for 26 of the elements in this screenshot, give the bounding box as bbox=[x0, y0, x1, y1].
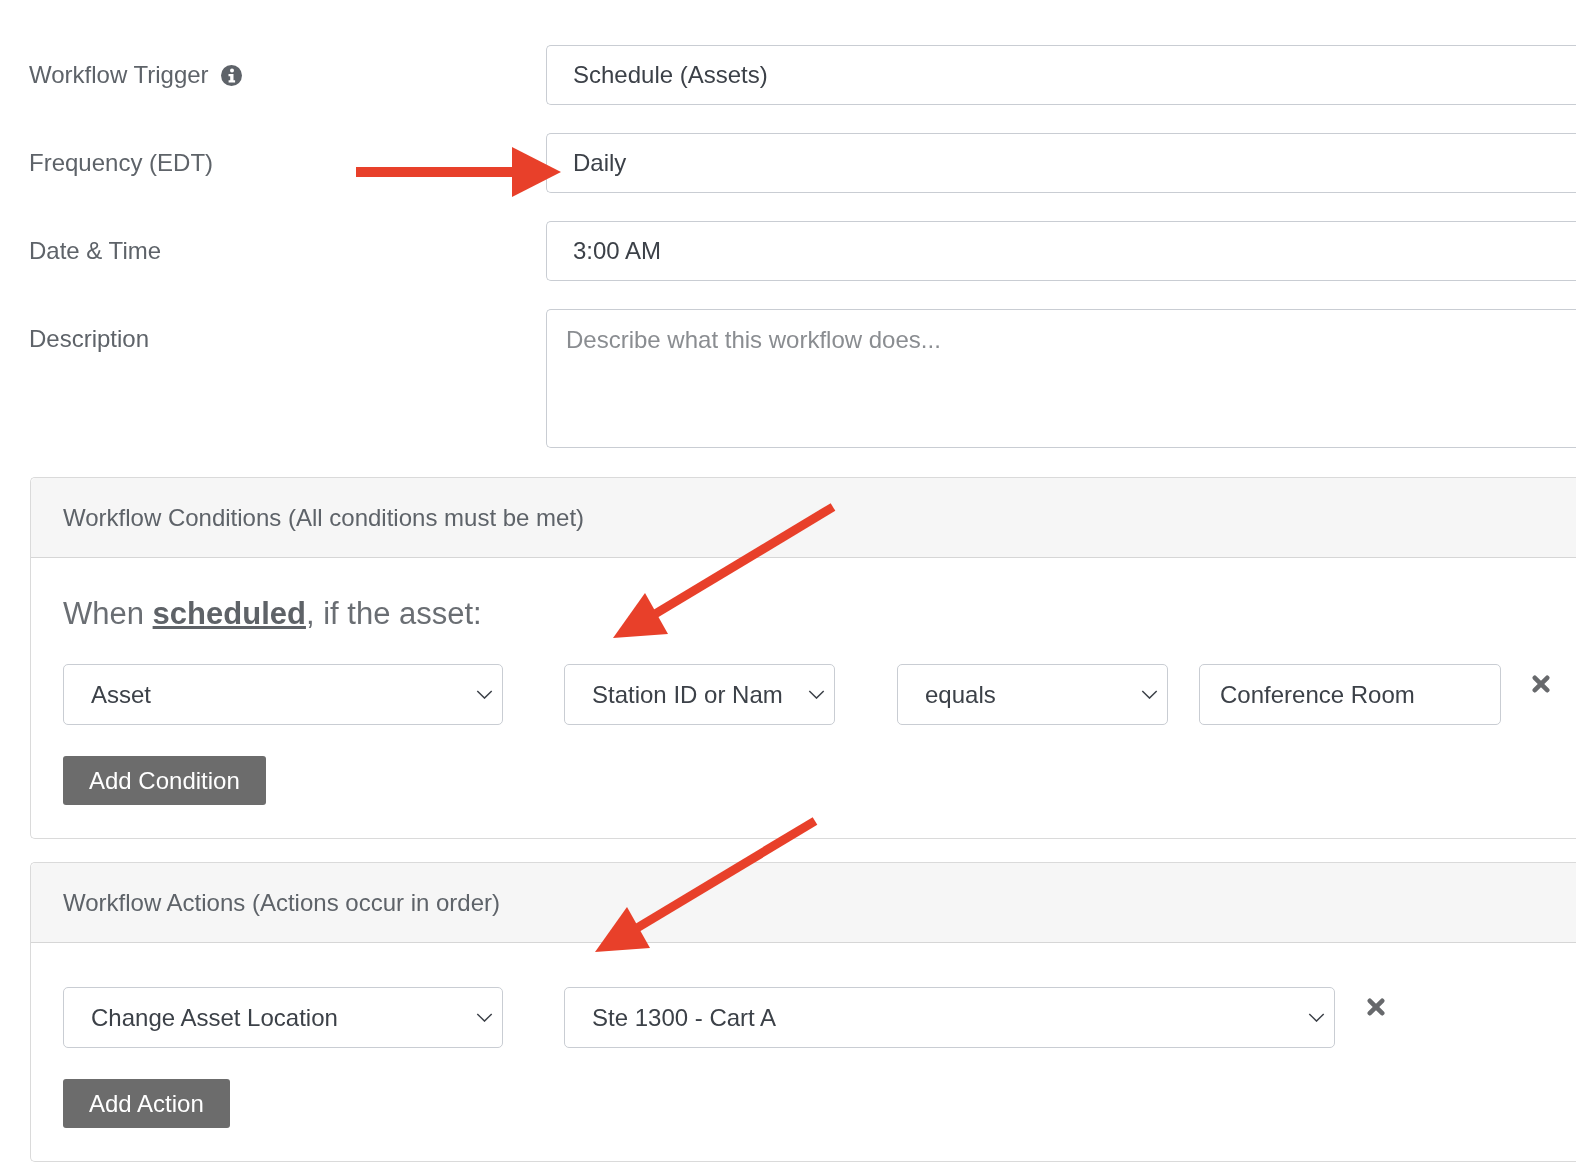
dropdown[interactable]: Asset bbox=[63, 664, 503, 725]
field-label: Frequency (EDT) bbox=[29, 149, 214, 177]
field-label: Date & Time bbox=[29, 237, 162, 265]
text-field[interactable]: Conference Room bbox=[1199, 664, 1501, 725]
remove-icon[interactable] bbox=[1367, 998, 1385, 1016]
add-button[interactable]: Add Action bbox=[63, 1079, 230, 1128]
text-field[interactable]: Schedule (Assets) bbox=[546, 45, 1576, 105]
condition-intro: When scheduled, if the asset: bbox=[63, 596, 482, 632]
dropdown[interactable]: Station ID or Nam bbox=[564, 664, 835, 725]
add-button[interactable]: Add Condition bbox=[63, 756, 266, 805]
text-field[interactable]: 3:00 AM bbox=[546, 221, 1576, 281]
panel-title: Workflow Conditions (All conditions must be met) bbox=[63, 503, 585, 532]
field-label: Description bbox=[29, 325, 150, 353]
info-icon[interactable] bbox=[220, 64, 242, 86]
chevron-down-icon bbox=[1141, 690, 1158, 699]
panel-title: Workflow Actions (Actions occur in order) bbox=[63, 888, 501, 917]
chevron-down-icon bbox=[1308, 1013, 1325, 1022]
dropdown[interactable]: Ste 1300 - Cart A bbox=[564, 987, 1335, 1048]
dropdown[interactable]: Change Asset Location bbox=[63, 987, 503, 1048]
text-field[interactable]: Daily bbox=[546, 133, 1576, 193]
field-label: Workflow Trigger bbox=[29, 61, 209, 89]
chevron-down-icon bbox=[476, 690, 493, 699]
dropdown[interactable]: equals bbox=[897, 664, 1168, 725]
remove-icon[interactable] bbox=[1532, 675, 1550, 693]
chevron-down-icon bbox=[808, 690, 825, 699]
chevron-down-icon bbox=[476, 1013, 493, 1022]
